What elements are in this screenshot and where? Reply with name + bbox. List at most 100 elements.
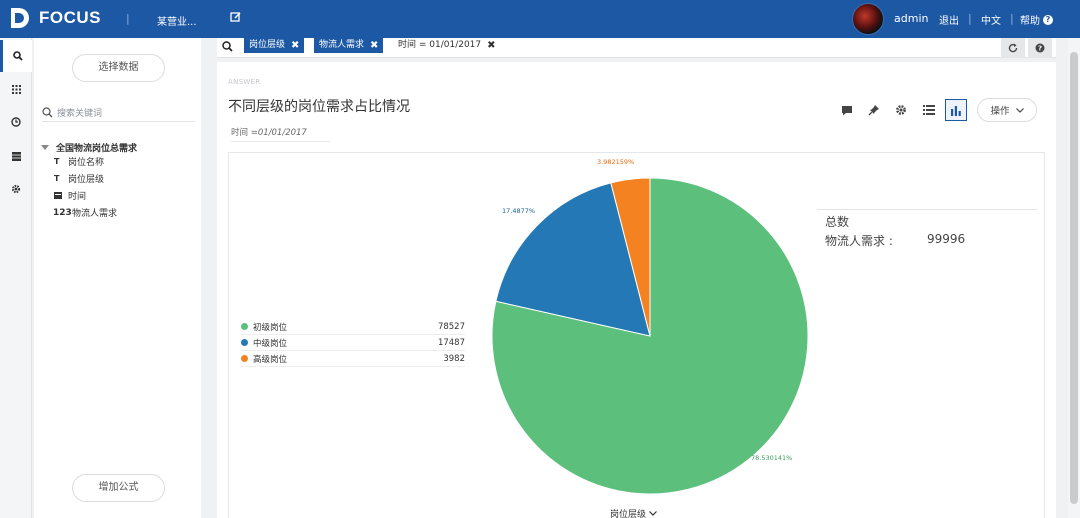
remove-icon[interactable]: ✖ <box>291 38 299 53</box>
x-axis-selector[interactable]: 岗位层级 <box>610 507 657 518</box>
clock-icon <box>11 117 21 127</box>
table-node[interactable]: 全国物流岗位总需求 <box>41 141 137 154</box>
help-icon: ? <box>1043 14 1053 25</box>
header-separator: | <box>968 12 972 25</box>
question-icon: ? <box>1035 43 1045 53</box>
legend-dot <box>241 355 248 362</box>
field-item[interactable]: T 岗位名称 <box>54 155 104 168</box>
search-icon <box>222 41 233 52</box>
token-label: 岗位层级 <box>249 40 286 50</box>
pie-chart[interactable] <box>491 177 809 495</box>
x-axis-label: 岗位层级 <box>610 510 647 518</box>
gear-icon <box>896 105 906 115</box>
field-label: 岗位层级 <box>68 175 105 185</box>
field-label: 物流人需求 <box>72 209 118 219</box>
legend-item[interactable]: 初级岗位 78527 <box>241 319 465 335</box>
comment-icon <box>842 105 852 115</box>
field-item[interactable]: T 岗位层级 <box>54 172 104 185</box>
history-nav-button[interactable] <box>0 106 32 138</box>
main-area: 岗位层级 ✖ 物流人需求 ✖ 时间 = 01/01/2017 ✖ ? ANSWE… <box>217 38 1056 518</box>
token-label: 物流人需求 <box>319 40 365 50</box>
calendar-icon <box>54 191 68 201</box>
legend-label: 初级岗位 <box>253 322 288 333</box>
pin-icon <box>868 105 879 116</box>
page-title: 不同层级的岗位需求占比情况 <box>228 99 410 115</box>
text-type-icon: T <box>54 174 60 183</box>
search-bar[interactable]: 岗位层级 ✖ 物流人需求 ✖ 时间 = 01/01/2017 ✖ ? <box>217 38 1056 58</box>
scrollbar[interactable] <box>1068 38 1080 518</box>
search-icon <box>42 107 53 118</box>
chevron-down-icon <box>649 511 657 516</box>
select-data-button[interactable]: 选择数据 <box>72 54 165 82</box>
query-token[interactable]: 物流人需求 ✖ <box>314 38 384 53</box>
chevron-down-icon <box>1015 107 1024 113</box>
grid-icon <box>11 84 21 94</box>
header-separator: | <box>1010 12 1014 25</box>
summary-divider <box>817 209 1037 210</box>
settings-button[interactable] <box>893 102 909 118</box>
icon-rail <box>0 38 32 518</box>
legend-value: 3982 <box>443 353 465 364</box>
summary-title: 总数 <box>825 215 850 229</box>
field-label: 时间 <box>68 192 87 202</box>
table-icon <box>11 151 21 161</box>
header-separator: | <box>126 12 130 25</box>
help-label: 帮助 <box>1020 16 1040 27</box>
remove-icon[interactable]: ✖ <box>370 38 378 53</box>
logout-link[interactable]: 退出 <box>939 12 959 27</box>
logo-icon <box>11 8 29 28</box>
field-item[interactable]: 时间 <box>54 189 86 202</box>
legend-label: 中级岗位 <box>253 338 288 349</box>
query-filter-token[interactable]: 时间 = 01/01/2017 ✖ <box>398 38 496 53</box>
number-type-icon: 123 <box>53 207 72 218</box>
pin-button[interactable] <box>866 102 882 118</box>
chart-view-button[interactable] <box>945 99 967 121</box>
edit-icon[interactable] <box>230 11 242 23</box>
language-switch[interactable]: 中文 <box>981 12 1001 27</box>
help-link[interactable]: 帮助 ? <box>1020 12 1053 27</box>
refresh-button[interactable] <box>1001 38 1025 58</box>
chart-area: 初级岗位 78527 中级岗位 17487 高级岗位 3982 78.53014… <box>228 152 1045 518</box>
filter-key: 时间 <box>231 128 249 138</box>
help-button[interactable]: ? <box>1028 38 1052 58</box>
query-token[interactable]: 岗位层级 ✖ <box>244 38 305 53</box>
avatar[interactable] <box>852 3 884 35</box>
time-filter[interactable]: 时间 =01/01/2017 <box>231 126 330 142</box>
refresh-icon <box>1008 43 1018 53</box>
table-view-button[interactable] <box>921 102 937 118</box>
remove-icon[interactable]: ✖ <box>487 38 495 53</box>
legend-item[interactable]: 中级岗位 17487 <box>241 335 465 351</box>
table-name: 全国物流岗位总需求 <box>56 144 138 154</box>
add-formula-button[interactable]: 增加公式 <box>72 474 165 502</box>
summary-label: 物流人需求 : <box>825 234 893 248</box>
field-label: 岗位名称 <box>68 158 105 168</box>
filter-label: 时间 = 01/01/2017 <box>398 40 482 50</box>
gear-icon <box>11 184 21 194</box>
data-nav-button[interactable] <box>0 140 32 172</box>
filter-value: =01/01/2017 <box>250 128 307 138</box>
search-icon <box>12 51 23 61</box>
workspace-name[interactable]: 某营业... <box>157 13 197 28</box>
scroll-thumb[interactable] <box>1070 52 1078 504</box>
slice-label-junior: 78.530141% <box>751 454 793 462</box>
focus-logo[interactable]: FOCUS <box>8 6 101 30</box>
bar-chart-icon <box>951 105 961 116</box>
operate-label: 操作 <box>990 106 1010 117</box>
list-icon <box>923 105 935 115</box>
keyword-search[interactable]: 搜索关键词 <box>42 104 195 122</box>
svg-text:?: ? <box>1038 45 1042 53</box>
legend-dot <box>241 339 248 346</box>
caret-down-icon[interactable] <box>41 145 49 150</box>
comment-button[interactable] <box>839 102 855 118</box>
settings-nav-button[interactable] <box>0 173 32 205</box>
legend-item[interactable]: 高级岗位 3982 <box>241 351 465 367</box>
search-nav-button[interactable] <box>0 40 32 72</box>
apps-nav-button[interactable] <box>0 73 32 105</box>
slice-label-senior: 3.982159% <box>597 158 635 166</box>
legend-value: 78527 <box>437 321 465 332</box>
answer-panel: ANSWER 不同层级的岗位需求占比情况 时间 =01/01/2017 操作 初… <box>217 62 1056 518</box>
operate-dropdown[interactable]: 操作 <box>977 98 1037 122</box>
field-item[interactable]: 123 物流人需求 <box>53 206 118 220</box>
data-panel: 选择数据 搜索关键词 全国物流岗位总需求 T 岗位名称 T 岗位层级 时间 12… <box>34 38 201 518</box>
username[interactable]: admin <box>894 12 928 25</box>
